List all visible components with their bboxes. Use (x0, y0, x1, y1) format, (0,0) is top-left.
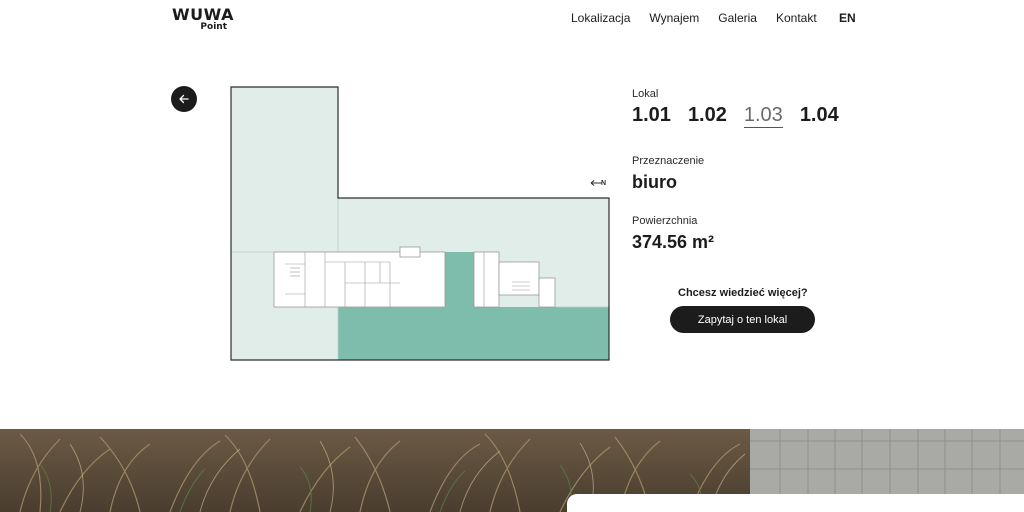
przeznaczenie-value: biuro (632, 172, 677, 192)
nav-link-wynajem[interactable]: Wynajem (649, 11, 699, 25)
compass-label: N (601, 180, 606, 187)
przeznaczenie-label: Przeznaczenie (632, 155, 705, 167)
unit-option-1-04[interactable]: 1.04 (800, 103, 839, 128)
lokal-label: Lokal (632, 88, 659, 100)
floor-plan[interactable]: N (230, 86, 612, 364)
content-card (567, 494, 1024, 512)
powierzchnia-value: 374.56 m² (632, 232, 715, 252)
arrow-left-icon (179, 94, 189, 104)
powierzchnia-label: Powierzchnia (632, 215, 698, 227)
ask-about-unit-button[interactable]: Zapytaj o ten lokal (670, 306, 815, 333)
cta-question: Chcesz wiedzieć więcej? (678, 287, 808, 299)
unit-option-1-01[interactable]: 1.01 (632, 103, 671, 128)
unit-option-1-02[interactable]: 1.02 (688, 103, 727, 128)
logo[interactable]: WUWA Point (172, 5, 234, 32)
logo-sub-text: Point (200, 22, 227, 32)
unit-info-panel: Lokal 1.01 1.02 1.03 1.04 Przeznaczenie … (632, 88, 856, 253)
main-nav: Lokalizacja Wynajem Galeria Kontakt (571, 11, 836, 25)
unit-selector: 1.01 1.02 1.03 1.04 (632, 103, 856, 128)
nav-link-kontakt[interactable]: Kontakt (776, 11, 817, 25)
nav-link-galeria[interactable]: Galeria (718, 11, 757, 25)
language-switch[interactable]: EN (839, 11, 856, 25)
back-button[interactable] (171, 86, 197, 112)
nav-link-lokalizacja[interactable]: Lokalizacja (571, 11, 630, 25)
compass-north-icon: N (590, 180, 606, 187)
highlighted-unit-area[interactable] (338, 307, 609, 360)
logo-main-text: WUWA (172, 5, 234, 24)
unit-option-1-03[interactable]: 1.03 (743, 103, 783, 128)
